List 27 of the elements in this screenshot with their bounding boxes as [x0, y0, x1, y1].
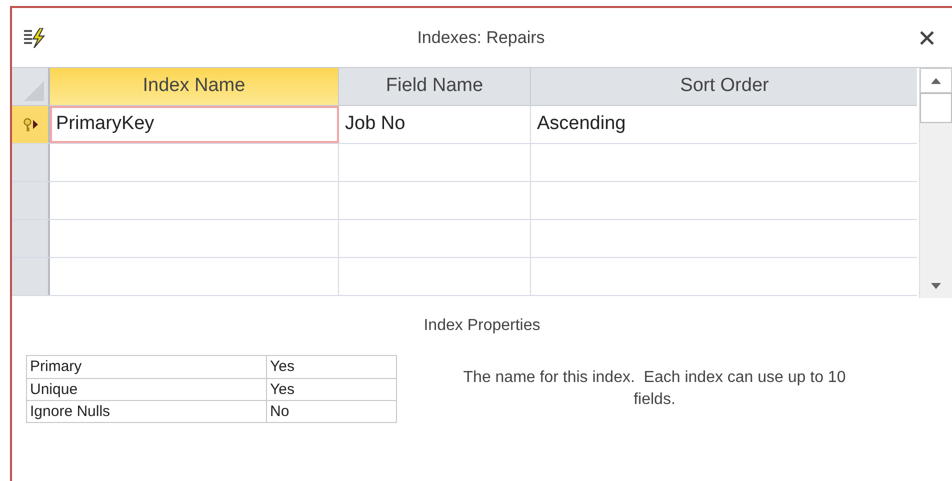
property-value[interactable]: No	[267, 401, 396, 422]
vertical-scrollbar[interactable]	[919, 68, 952, 298]
row-selector[interactable]	[12, 258, 50, 295]
grid-cell[interactable]: PrimaryKey	[50, 106, 339, 143]
row-selector[interactable]	[12, 106, 50, 143]
property-label: Ignore Nulls	[27, 401, 267, 422]
property-label: Unique	[27, 379, 267, 400]
grid-cell[interactable]: Job No	[339, 106, 531, 143]
property-label: Primary	[27, 356, 267, 378]
section-title: Index Properties	[424, 316, 540, 336]
index-lightning-icon	[24, 28, 46, 48]
help-text: The name for this index. Each index can use up to 10 fields.	[462, 368, 847, 410]
property-value[interactable]: Yes	[267, 356, 396, 378]
current-row-arrow-icon	[32, 120, 38, 129]
select-all-corner[interactable]	[12, 68, 50, 105]
column-header[interactable]: Sort Order	[531, 68, 918, 105]
column-header[interactable]: Index Name	[50, 68, 339, 105]
column-header[interactable]: Field Name	[339, 68, 531, 105]
property-value[interactable]: Yes	[267, 379, 396, 400]
row-selector[interactable]	[12, 182, 50, 219]
grid-cell[interactable]: Ascending	[531, 106, 918, 143]
scroll-up-icon[interactable]	[920, 68, 952, 93]
window-title: Indexes: Repairs	[417, 26, 545, 49]
scroll-thumb[interactable]	[920, 93, 952, 123]
key-icon	[22, 118, 32, 132]
row-selector[interactable]	[12, 144, 50, 181]
row-selector[interactable]	[12, 220, 50, 257]
